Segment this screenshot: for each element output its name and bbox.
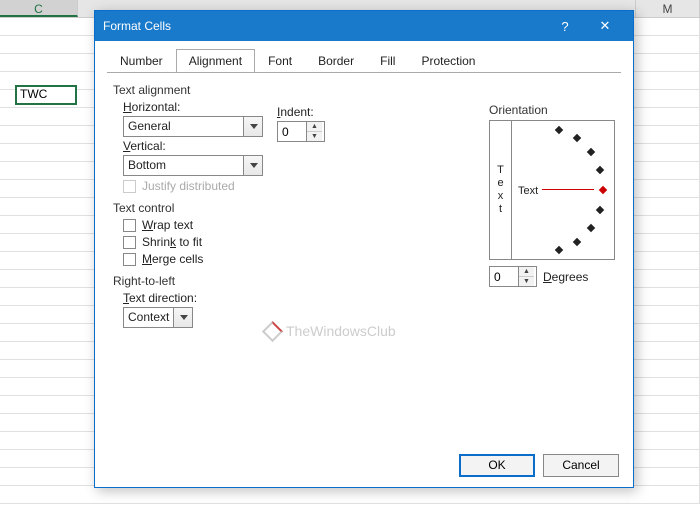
orientation-control[interactable]: Text Text: [489, 120, 615, 260]
degrees-down-icon[interactable]: ▼: [519, 277, 534, 286]
degrees-label: Degrees: [543, 270, 588, 284]
watermark-icon: [262, 320, 283, 341]
orientation-vertical-text[interactable]: Text: [490, 121, 512, 259]
degrees-up-icon[interactable]: ▲: [519, 267, 534, 277]
format-cells-dialog: Format Cells ? ✕ Number Alignment Font B…: [94, 10, 634, 488]
dialog-tabs: Number Alignment Font Border Fill Protec…: [95, 41, 633, 73]
tab-number[interactable]: Number: [107, 49, 176, 73]
text-alignment-section: Text alignment: [113, 83, 615, 97]
tab-fill[interactable]: Fill: [367, 49, 408, 73]
orientation-text-label: Text: [518, 185, 538, 197]
orientation-section: Orientation: [489, 103, 615, 117]
vertical-combo[interactable]: Bottom: [123, 155, 263, 176]
horizontal-label: Horizontal:: [123, 100, 180, 114]
tab-border[interactable]: Border: [305, 49, 367, 73]
text-direction-combo[interactable]: Context: [123, 307, 193, 328]
horizontal-combo[interactable]: General: [123, 116, 263, 137]
ok-button[interactable]: OK: [459, 454, 535, 477]
indent-down-icon[interactable]: ▼: [307, 132, 322, 141]
column-header-c[interactable]: C: [0, 0, 78, 17]
text-direction-label: Text direction:: [123, 291, 197, 305]
dialog-title: Format Cells: [103, 19, 545, 33]
dialog-footer: OK Cancel: [95, 443, 633, 487]
indent-label: Indent:: [277, 105, 325, 119]
help-button[interactable]: ?: [545, 11, 585, 41]
degrees-spinner[interactable]: ▲▼: [489, 266, 537, 287]
indent-spinner[interactable]: ▲▼: [277, 121, 325, 142]
selected-cell[interactable]: TWC: [16, 86, 76, 104]
dialog-titlebar: Format Cells ? ✕: [95, 11, 633, 41]
vertical-label: Vertical:: [123, 139, 166, 153]
tab-alignment[interactable]: Alignment: [176, 49, 255, 73]
tab-protection[interactable]: Protection: [408, 49, 488, 73]
indent-input[interactable]: [278, 124, 306, 140]
column-header-m[interactable]: M: [636, 0, 700, 17]
indent-up-icon[interactable]: ▲: [307, 122, 322, 132]
tab-font[interactable]: Font: [255, 49, 305, 73]
degrees-input[interactable]: [490, 269, 518, 285]
close-button[interactable]: ✕: [585, 11, 625, 41]
watermark: TheWindowsClub: [265, 323, 396, 339]
cancel-button[interactable]: Cancel: [543, 454, 619, 477]
